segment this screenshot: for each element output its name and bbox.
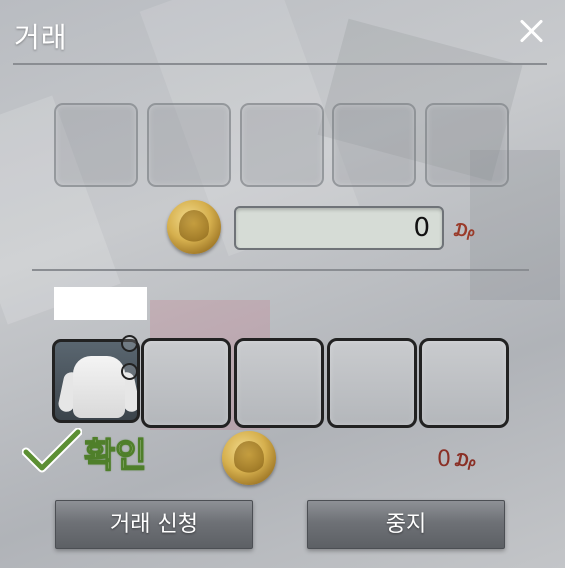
item-ring-icon (121, 363, 138, 380)
close-icon[interactable] (514, 14, 548, 48)
self-amount-value: 0 (437, 447, 451, 472)
currency-symbol: ₯ (453, 450, 479, 471)
checkmark-icon[interactable] (22, 428, 82, 474)
confirm-label[interactable]: 확인 (83, 428, 147, 477)
gold-coin-icon (222, 431, 276, 485)
title-divider (13, 63, 547, 65)
trade-request-button[interactable]: 거래 신청 (55, 500, 253, 549)
hoodie-body (73, 356, 125, 418)
self-item-slot[interactable] (419, 338, 509, 428)
self-item-slot[interactable] (327, 338, 417, 428)
partner-item-slot (54, 103, 138, 187)
partner-item-slot (240, 103, 324, 187)
self-item-slot[interactable] (141, 338, 231, 428)
self-amount: 0 ₯ (437, 447, 478, 472)
stop-button[interactable]: 중지 (307, 500, 505, 549)
partner-amount-field: 0 (234, 206, 444, 250)
self-item-slot[interactable] (234, 338, 324, 428)
partner-item-slot (147, 103, 231, 187)
currency-symbol: ₯ (452, 220, 478, 241)
section-divider (32, 269, 529, 271)
partner-item-slot (332, 103, 416, 187)
gold-coin-icon (167, 200, 221, 254)
item-ring-icon (121, 335, 138, 352)
trade-window: 거래 0 ₯ 확인 0 ₯ 거래 신청 중지 (0, 0, 565, 568)
window-title: 거래 (14, 21, 68, 54)
partner-item-slot (425, 103, 509, 187)
player-name (54, 287, 147, 320)
